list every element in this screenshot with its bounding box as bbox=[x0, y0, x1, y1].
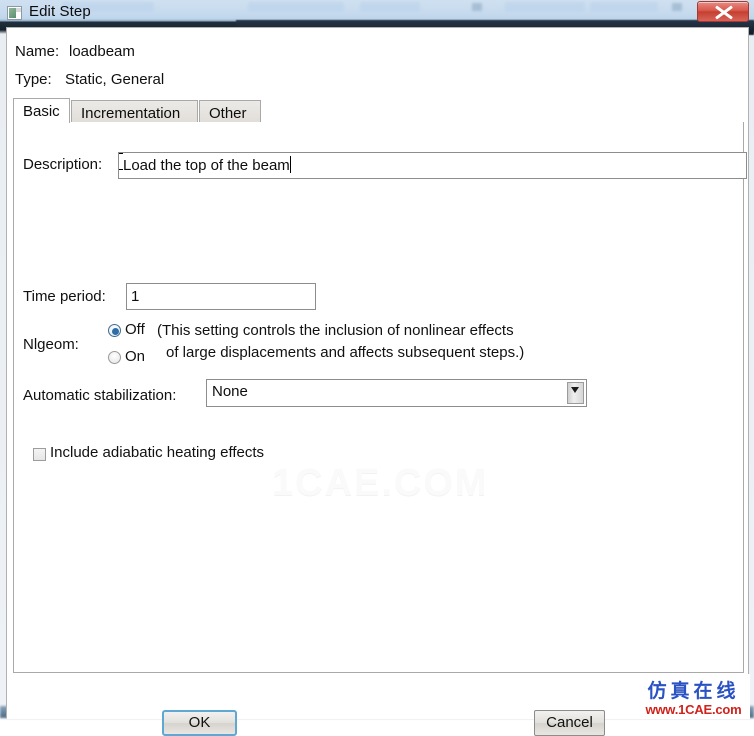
time-period-input[interactable]: 1 bbox=[126, 283, 316, 310]
ok-button[interactable]: OK bbox=[162, 710, 237, 736]
automatic-stabilization-select[interactable]: None bbox=[206, 379, 587, 407]
description-label: Description: bbox=[23, 156, 103, 173]
radio-nlgeom-off-label[interactable]: Off bbox=[125, 321, 145, 338]
basic-tab-panel: Description: Load the top of the beam Ti… bbox=[13, 122, 747, 673]
adiabatic-heating-label: Include adiabatic heating effects bbox=[50, 444, 265, 461]
edit-step-dialog: Edit Step Name: loadbeam Type: Static, G… bbox=[0, 0, 750, 736]
tab-incrementation[interactable]: Incrementation bbox=[71, 100, 198, 123]
site-logo-watermark: 仿真在线 www.1CAE.com bbox=[633, 681, 754, 718]
logo-url-text: www.1CAE.com bbox=[645, 702, 742, 717]
radio-nlgeom-on-label[interactable]: On bbox=[125, 348, 145, 365]
description-text: Load the top of the beam bbox=[123, 157, 290, 174]
cancel-button[interactable]: Cancel bbox=[534, 710, 605, 736]
nlgeom-label: Nlgeom: bbox=[23, 336, 79, 353]
step-icon bbox=[7, 6, 22, 20]
nlgeom-hint-line-1: (This setting controls the inclusion of … bbox=[157, 322, 514, 339]
chevron-down-icon[interactable] bbox=[567, 382, 584, 404]
adiabatic-heating-checkbox[interactable] bbox=[33, 448, 46, 461]
text-caret bbox=[119, 153, 291, 173]
close-icon[interactable] bbox=[697, 1, 749, 22]
dialog-title: Edit Step bbox=[29, 3, 91, 20]
dialog-titlebar: Edit Step bbox=[0, 0, 754, 24]
automatic-stabilization-value: None bbox=[212, 383, 248, 400]
name-label: Name: bbox=[15, 43, 60, 60]
time-period-label: Time period: bbox=[23, 288, 106, 305]
radio-nlgeom-on[interactable] bbox=[108, 351, 121, 364]
tab-bar: Basic Incrementation Other bbox=[13, 98, 744, 123]
type-label: Type: bbox=[15, 71, 52, 88]
logo-chinese-text: 仿真在线 bbox=[647, 680, 740, 702]
automatic-stabilization-label: Automatic stabilization: bbox=[23, 387, 177, 404]
description-input[interactable]: Load the top of the beam bbox=[118, 152, 747, 179]
step-name-value: loadbeam bbox=[69, 43, 135, 60]
center-watermark: 1CAE.COM bbox=[272, 462, 489, 504]
step-type-value: Static, General bbox=[65, 71, 165, 88]
radio-nlgeom-off[interactable] bbox=[108, 324, 121, 337]
tab-basic[interactable]: Basic bbox=[13, 98, 70, 123]
nlgeom-hint-line-2: of large displacements and affects subse… bbox=[166, 344, 525, 361]
dialog-body: Name: loadbeam Type: Static, General Bas… bbox=[6, 27, 750, 736]
tab-other[interactable]: Other bbox=[199, 100, 261, 123]
